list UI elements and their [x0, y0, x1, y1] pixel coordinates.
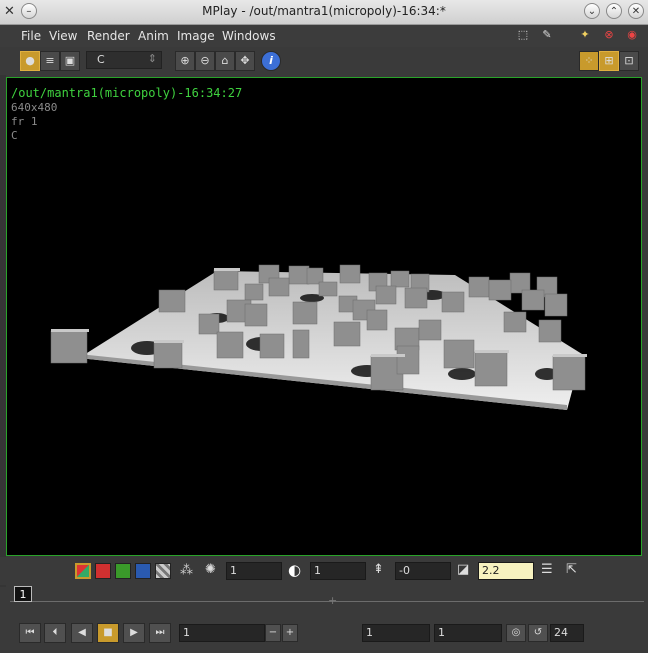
menu-view[interactable]: View — [49, 29, 77, 43]
record-icon[interactable]: ◉ — [622, 26, 642, 46]
select-arrows-icon: ⇕ — [147, 52, 157, 65]
grid-dots-icon[interactable]: ⁘ — [579, 51, 599, 71]
menu-bar: File View Render Anim Image Windows ⬚ ✎ … — [0, 25, 648, 47]
timeline-track — [10, 601, 644, 602]
jump-start-icon[interactable]: ⏮ — [19, 623, 41, 643]
channel-select[interactable]: C ⇕ — [86, 51, 162, 69]
jump-end-icon[interactable]: ⏭ — [149, 623, 171, 643]
window-title: MPlay - /out/mantra1(micropoly)-16:34:* — [202, 4, 446, 18]
red-channel-icon[interactable] — [95, 563, 111, 579]
range-end-field[interactable]: 1 — [434, 624, 502, 642]
zoom-in-icon[interactable]: ⊕ — [175, 51, 195, 71]
close-button[interactable]: ✕ — [628, 3, 644, 19]
current-frame-marker[interactable]: 1 — [14, 586, 32, 602]
menu-file[interactable]: File — [21, 29, 41, 43]
title-bar: ✕ – MPlay - /out/mantra1(micropoly)-16:3… — [0, 0, 648, 25]
exposure-icon: ✺ — [205, 562, 216, 577]
blue-channel-icon[interactable] — [135, 563, 151, 579]
image-viewport[interactable]: /out/mantra1(micropoly)-16:34:27 640x480… — [6, 77, 642, 556]
toolbar: ● ≡ ▣ C ⇕ ⊕ ⊖ ⌂ ✥ i ⁘ ⊞ ⊡ — [0, 47, 648, 75]
timeline[interactable]: 1 + — [10, 586, 644, 618]
timeline-tick: + — [328, 594, 338, 607]
menu-render[interactable]: Render — [87, 29, 130, 43]
play-reverse-icon[interactable]: ◀ — [71, 623, 93, 643]
light-icon[interactable]: ✦ — [575, 26, 595, 46]
alpha-channel-icon[interactable] — [155, 563, 171, 579]
fps-field[interactable]: 24 — [550, 624, 584, 642]
minimize-button[interactable]: ⌄ — [584, 3, 600, 19]
gamma-icon: ◪ — [457, 562, 470, 577]
decrement-button[interactable]: − — [265, 624, 281, 642]
quad-view-icon[interactable]: ⊞ — [599, 51, 619, 71]
maximize-button[interactable]: ⌃ — [606, 3, 622, 19]
green-channel-icon[interactable] — [115, 563, 131, 579]
loop-icon[interactable]: ↺ — [528, 624, 548, 642]
adapt-icon[interactable]: ⇱ — [566, 562, 577, 577]
menu-image[interactable]: Image — [177, 29, 215, 43]
stop-render-icon[interactable]: ⊗ — [599, 26, 619, 46]
dither-icon[interactable]: ⁂ — [180, 563, 193, 578]
rendered-image — [50, 264, 587, 410]
playback-bar: ⏮ ⏴ ◀ ■ ▶ ⏭ 1 − + 1 1 ◎ ↺ 24 — [0, 620, 648, 648]
brightness-field[interactable]: 1 — [310, 562, 366, 580]
brightness-icon: ◐ — [288, 561, 302, 579]
range-start-field[interactable]: 1 — [362, 624, 430, 642]
frame-field[interactable]: 1 — [179, 624, 265, 642]
single-view-icon[interactable]: ⊡ — [619, 51, 639, 71]
rgb-channel-icon[interactable] — [75, 563, 91, 579]
realtime-icon[interactable]: ◎ — [506, 624, 526, 642]
display-mode-sphere-icon[interactable]: ● — [20, 51, 40, 71]
exposure-field[interactable]: 1 — [226, 562, 282, 580]
fit-icon[interactable]: ✥ — [235, 51, 255, 71]
home-icon[interactable]: ⌂ — [215, 51, 235, 71]
lut-icon[interactable]: ☰ — [541, 562, 553, 577]
snapshot-icon[interactable]: ⬚ — [513, 26, 533, 46]
image-controls-bar: ⁂ ✺ 1 ◐ 1 ⇞ -0 ◪ 2.2 ☰ ⇱ — [0, 557, 648, 585]
play-forward-icon[interactable]: ▶ — [123, 623, 145, 643]
zoom-out-icon[interactable]: ⊖ — [195, 51, 215, 71]
offset-field[interactable]: -0 — [395, 562, 451, 580]
edit-icon[interactable]: ✎ — [537, 26, 557, 46]
display-mode-image-icon[interactable]: ▣ — [60, 51, 80, 71]
gamma-field[interactable]: 2.2 — [478, 562, 534, 580]
info-icon[interactable]: i — [261, 51, 281, 71]
menu-windows[interactable]: Windows — [222, 29, 276, 43]
stop-icon[interactable]: ■ — [97, 623, 119, 643]
offset-icon: ⇞ — [373, 562, 384, 577]
channel-select-value: C — [97, 53, 105, 66]
step-back-icon[interactable]: ⏴ — [44, 623, 66, 643]
display-mode-layers-icon[interactable]: ≡ — [40, 51, 60, 71]
increment-button[interactable]: + — [282, 624, 298, 642]
menu-anim[interactable]: Anim — [138, 29, 169, 43]
